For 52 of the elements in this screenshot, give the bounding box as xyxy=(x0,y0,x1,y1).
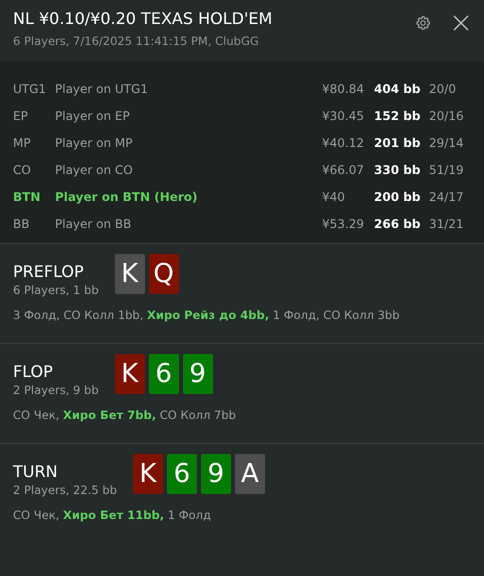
playing-card: K xyxy=(132,454,163,494)
player-name: Player on BB xyxy=(55,216,132,230)
player-name: Player on UTG1 xyxy=(55,82,149,96)
street-name: TURN xyxy=(13,462,59,481)
player-stats: 31/21 xyxy=(429,216,465,230)
player-stack: ¥66.07 xyxy=(322,162,365,176)
player-stats: 24/17 xyxy=(429,190,465,204)
close-icon[interactable] xyxy=(453,15,469,31)
street-info: 2 Players, 22.5 bb xyxy=(13,483,117,497)
playing-card: 6 xyxy=(148,354,179,394)
player-stack: ¥53.29 xyxy=(322,216,365,230)
street-info: 6 Players, 1 bb xyxy=(13,283,99,297)
street-actions: 3 Фолд, CO Колл 1bb, Хиро Рейз до 4bb, 1 Фолд, CO Колл 3bb xyxy=(13,308,400,322)
player-name: Player on CO xyxy=(55,162,134,176)
street-info: 2 Players, 9 bb xyxy=(13,383,99,397)
playing-card: K xyxy=(114,254,145,294)
player-position: MP xyxy=(13,136,32,150)
player-stats: 20/16 xyxy=(429,108,465,122)
street-name: PREFLOP xyxy=(13,262,85,281)
player-stack-bb: 201 bb xyxy=(374,136,422,150)
player-stack-bb: 404 bb xyxy=(374,82,422,96)
street-name: FLOP xyxy=(13,362,54,381)
player-stack: ¥30.45 xyxy=(322,108,365,122)
playing-card: 9 xyxy=(200,454,231,494)
player-stack: ¥80.84 xyxy=(322,82,365,96)
player-name: Player on EP xyxy=(55,108,131,122)
hand-subtitle: 6 Players, 7/16/2025 11:41:15 PM, ClubGG xyxy=(13,34,260,48)
player-stack: ¥40.12 xyxy=(322,136,365,150)
player-name: Player on MP xyxy=(55,136,134,150)
player-stack-bb: 152 bb xyxy=(374,108,422,122)
player-position: EP xyxy=(13,108,29,122)
playing-card: K xyxy=(114,354,145,394)
player-stats: 51/19 xyxy=(429,162,465,176)
playing-card: Q xyxy=(148,254,179,294)
player-stats: 20/0 xyxy=(429,82,457,96)
hand-title: NL ¥0.10/¥0.20 TEXAS HOLD'EM xyxy=(13,8,274,30)
player-name: Player on BTN (Hero) xyxy=(55,190,199,204)
player-stack-bb: 200 bb xyxy=(374,190,422,204)
playing-card: 9 xyxy=(182,354,213,394)
player-position: BB xyxy=(13,216,30,230)
player-position: BTN xyxy=(13,190,42,204)
street-actions: CO Чек, Хиро Бет 7bb, CO Колл 7bb xyxy=(13,408,237,422)
player-position: CO xyxy=(13,162,32,176)
playing-card: A xyxy=(234,454,265,494)
player-stack: ¥40 xyxy=(322,190,346,204)
player-position: UTG1 xyxy=(13,82,48,96)
player-stack-bb: 266 bb xyxy=(374,216,422,230)
settings-icon[interactable] xyxy=(415,15,431,31)
player-stack-bb: 330 bb xyxy=(374,162,422,176)
player-stats: 29/14 xyxy=(429,136,465,150)
street-actions: CO Чек, Хиро Бет 11bb, 1 Фолд xyxy=(13,508,212,522)
playing-card: 6 xyxy=(166,454,197,494)
